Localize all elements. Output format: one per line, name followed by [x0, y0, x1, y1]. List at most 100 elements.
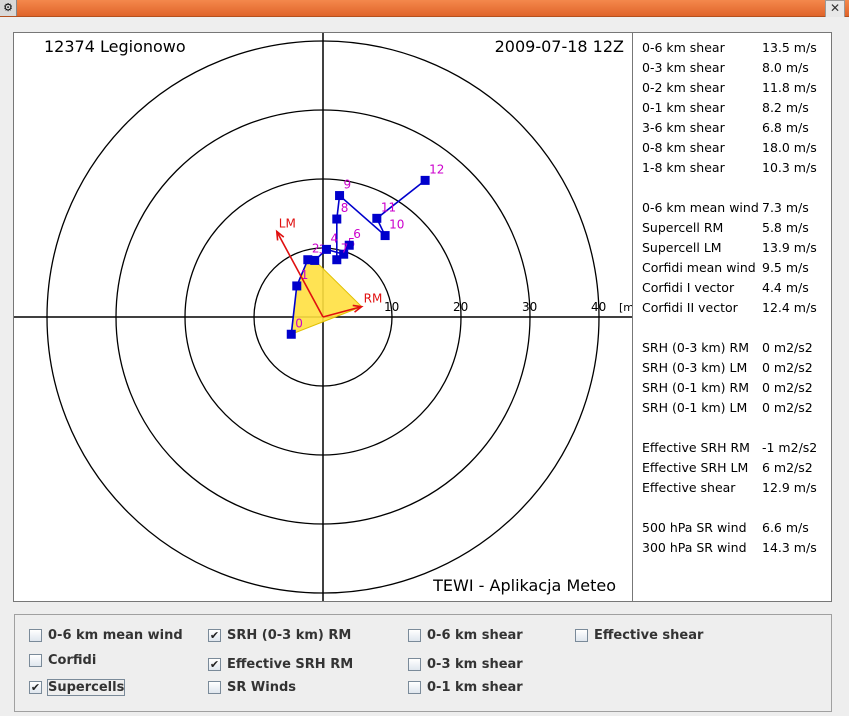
- stat-row: Effective shear 12.9 m/s: [642, 479, 828, 497]
- checkbox-checked-icon[interactable]: ✔: [208, 657, 221, 671]
- stat-row: 500 hPa SR wind 6.6 m/s: [642, 519, 828, 537]
- height-label: 12: [429, 162, 444, 176]
- checkbox-shear-06[interactable]: 0-6 km shear: [408, 626, 523, 644]
- stat-label: 0-6 km mean wind: [642, 200, 759, 215]
- stat-value: 6.6 m/s: [762, 520, 809, 535]
- hodograph-chart: 10203040[m/0123456789101112RMLM: [14, 33, 632, 601]
- stat-label: Corfidi I vector: [642, 280, 735, 295]
- hodograph-panel: 10203040[m/0123456789101112RMLM 12374 Le…: [13, 32, 633, 602]
- stat-row: Effective SRH LM 6 m2/s2: [642, 459, 828, 477]
- stat-value: 10.3 m/s: [762, 160, 817, 175]
- stat-row: Effective SRH RM -1 m2/s2: [642, 439, 828, 457]
- stat-row: 0-6 km shear 13.5 m/s: [642, 39, 828, 57]
- checkbox-unchecked-icon[interactable]: [29, 653, 42, 667]
- checkbox-eff-shear[interactable]: Effective shear: [575, 626, 703, 644]
- stat-label: Effective shear: [642, 480, 736, 495]
- stat-label: 500 hPa SR wind: [642, 520, 747, 535]
- stat-value: 8.2 m/s: [762, 100, 809, 115]
- stat-label: Corfidi mean wind: [642, 260, 756, 275]
- checkbox-shear-01[interactable]: 0-1 km shear: [408, 678, 523, 696]
- hodograph-point: [380, 231, 390, 241]
- station-name: 12374 Legionowo: [44, 37, 186, 56]
- stat-row: 3-6 km shear 6.8 m/s: [642, 119, 828, 137]
- stat-label: 0-2 km shear: [642, 80, 725, 95]
- checkbox-unchecked-icon[interactable]: [408, 628, 421, 642]
- hodograph-point: [286, 329, 296, 339]
- checkbox-srh-03-rm[interactable]: ✔ SRH (0-3 km) RM: [208, 626, 351, 644]
- stat-label: 0-1 km shear: [642, 100, 725, 115]
- stat-row: Corfidi II vector 12.4 m/s: [642, 299, 828, 317]
- height-label: 11: [381, 200, 396, 214]
- checkbox-unchecked-icon[interactable]: [208, 680, 221, 694]
- stat-row: 0-1 km shear 8.2 m/s: [642, 99, 828, 117]
- checkbox-checked-icon[interactable]: ✔: [208, 628, 221, 642]
- stat-row: 0-8 km shear 18.0 m/s: [642, 139, 828, 157]
- stat-value: 0 m2/s2: [762, 360, 813, 375]
- stat-value: 12.4 m/s: [762, 300, 817, 315]
- sounding-datetime: 2009-07-18 12Z: [494, 37, 624, 56]
- unit-label: [m/: [619, 301, 632, 314]
- stat-label: SRH (0-1 km) RM: [642, 380, 749, 395]
- stat-row: SRH (0-1 km) RM 0 m2/s2: [642, 379, 828, 397]
- close-icon[interactable]: ✕: [825, 0, 845, 18]
- hodograph-point: [310, 255, 320, 265]
- stat-row: SRH (0-3 km) RM 0 m2/s2: [642, 339, 828, 357]
- checkbox-label: SRH (0-3 km) RM: [227, 627, 352, 643]
- stat-label: 300 hPa SR wind: [642, 540, 747, 555]
- stat-value: 13.5 m/s: [762, 40, 817, 55]
- stat-value: 14.3 m/s: [762, 540, 817, 555]
- stat-value: 0 m2/s2: [762, 380, 813, 395]
- hodograph-point: [372, 213, 382, 223]
- checkbox-sr-winds[interactable]: SR Winds: [208, 678, 296, 696]
- checkbox-label: 0-6 km mean wind: [48, 627, 183, 643]
- checkbox-label: Corfidi: [48, 652, 97, 668]
- checkbox-label: SR Winds: [227, 679, 296, 695]
- stat-row: Supercell RM 5.8 m/s: [642, 219, 828, 237]
- checkbox-unchecked-icon[interactable]: [408, 657, 421, 671]
- hodograph-point: [335, 191, 345, 201]
- checkbox-corfidi[interactable]: Corfidi: [29, 651, 96, 669]
- checkbox-label: 0-3 km shear: [427, 656, 523, 672]
- stat-value: 18.0 m/s: [762, 140, 817, 155]
- stat-row: 0-2 km shear 11.8 m/s: [642, 79, 828, 97]
- ring-label: 20: [453, 300, 468, 314]
- height-label: 4: [330, 231, 338, 245]
- stat-value: -1 m2/s2: [762, 440, 818, 455]
- stat-row: 0-3 km shear 8.0 m/s: [642, 59, 828, 77]
- height-label: 1: [301, 268, 309, 282]
- hodograph-point: [420, 175, 430, 185]
- checkbox-unchecked-icon[interactable]: [408, 680, 421, 694]
- stat-label: 0-6 km shear: [642, 40, 725, 55]
- parameters-panel: 0-6 km shear 13.5 m/s 0-3 km shear 8.0 m/s 0…: [632, 32, 832, 602]
- stat-value: 5.8 m/s: [762, 220, 809, 235]
- window-titlebar[interactable]: ⚙ ✕: [0, 0, 849, 18]
- app-icon[interactable]: ⚙: [0, 0, 17, 16]
- checkbox-supercells[interactable]: ✔ Supercells: [29, 678, 126, 696]
- rm-label: RM: [364, 292, 383, 306]
- checkbox-label: 0-1 km shear: [427, 679, 523, 695]
- ring-label: 10: [384, 300, 399, 314]
- checkbox-mean-wind[interactable]: 0-6 km mean wind: [29, 626, 183, 644]
- stat-row: 0-6 km mean wind 7.3 m/s: [642, 199, 828, 217]
- checkbox-eff-srh-rm[interactable]: ✔ Effective SRH RM: [208, 655, 353, 673]
- hodograph-point: [332, 255, 342, 265]
- hodograph-point: [332, 214, 342, 224]
- stat-label: Supercell RM: [642, 220, 724, 235]
- stat-value: 8.0 m/s: [762, 60, 809, 75]
- checkbox-shear-03[interactable]: 0-3 km shear: [408, 655, 523, 673]
- stat-row: Corfidi mean wind 9.5 m/s: [642, 259, 828, 277]
- stat-label: SRH (0-1 km) LM: [642, 400, 748, 415]
- stat-label: Supercell LM: [642, 240, 722, 255]
- checkbox-unchecked-icon[interactable]: [575, 628, 588, 642]
- stat-label: Corfidi II vector: [642, 300, 738, 315]
- checkbox-unchecked-icon[interactable]: [29, 628, 42, 642]
- height-label: 10: [389, 218, 404, 232]
- height-label: 7: [341, 242, 349, 256]
- stat-label: SRH (0-3 km) LM: [642, 360, 748, 375]
- stat-value: 9.5 m/s: [762, 260, 809, 275]
- checkbox-label: 0-6 km shear: [427, 627, 523, 643]
- stat-value: 6.8 m/s: [762, 120, 809, 135]
- checkbox-checked-icon[interactable]: ✔: [29, 680, 42, 694]
- height-label: 0: [295, 316, 303, 330]
- stat-label: Effective SRH RM: [642, 440, 750, 455]
